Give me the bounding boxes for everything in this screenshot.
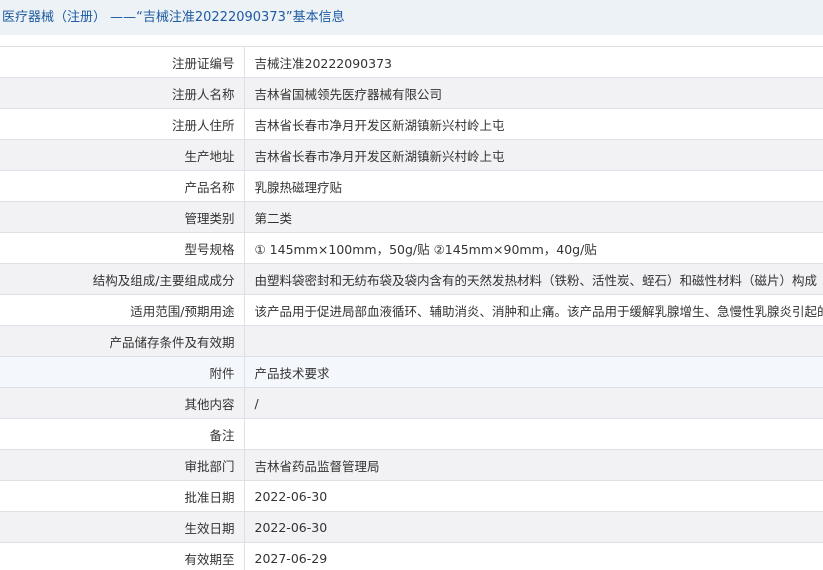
table-row: 管理类别 第二类 xyxy=(0,201,823,233)
table-row: 附件 产品技术要求 xyxy=(0,356,823,388)
row-label-remarks: 备注 xyxy=(0,418,245,450)
row-value-model-spec: ① 145mm×100mm，50g/贴 ②145mm×90mm，40g/贴 xyxy=(244,232,823,264)
detail-page: 医疗器械（注册） ——“吉械注准20222090373”基本信息 注册证编号 吉… xyxy=(0,0,823,570)
row-value-valid-until: 2027-06-29 xyxy=(244,542,823,570)
row-label-production-address: 生产地址 xyxy=(0,139,245,171)
row-value-registrant-address: 吉林省长春市净月开发区新湖镇新兴村岭上屯 xyxy=(244,108,823,140)
table-row: 产品储存条件及有效期 xyxy=(0,325,823,357)
row-label-registrant-name: 注册人名称 xyxy=(0,77,245,109)
row-label-registrant-address: 注册人住所 xyxy=(0,108,245,140)
row-label-model-spec: 型号规格 xyxy=(0,232,245,264)
row-value-storage-validity xyxy=(244,325,823,357)
row-value-intended-use: 该产品用于促进局部血液循环、辅助消炎、消肿和止痛。该产品用于缓解乳腺增生、急慢性… xyxy=(244,294,823,326)
table-row: 备注 xyxy=(0,418,823,450)
row-label-structure-composition: 结构及组成/主要组成成分 xyxy=(0,263,245,295)
table-row: 生效日期 2022-06-30 xyxy=(0,511,823,543)
row-value-registration-number: 吉械注准20222090373 xyxy=(244,46,823,78)
row-value-registrant-name: 吉林省国械领先医疗器械有限公司 xyxy=(244,77,823,109)
row-label-management-category: 管理类别 xyxy=(0,201,245,233)
table-row: 审批部门 吉林省药品监督管理局 xyxy=(0,449,823,481)
table-row: 生产地址 吉林省长春市净月开发区新湖镇新兴村岭上屯 xyxy=(0,139,823,171)
row-label-other-content: 其他内容 xyxy=(0,387,245,419)
row-value-approval-date: 2022-06-30 xyxy=(244,480,823,512)
table-row: 适用范围/预期用途 该产品用于促进局部血液循环、辅助消炎、消肿和止痛。该产品用于… xyxy=(0,294,823,326)
table-row: 产品名称 乳腺热磁理疗贴 xyxy=(0,170,823,202)
row-value-product-name: 乳腺热磁理疗贴 xyxy=(244,170,823,202)
row-label-intended-use: 适用范围/预期用途 xyxy=(0,294,245,326)
row-label-registration-number: 注册证编号 xyxy=(0,46,245,78)
row-label-valid-until: 有效期至 xyxy=(0,542,245,570)
row-label-effective-date: 生效日期 xyxy=(0,511,245,543)
row-label-storage-validity: 产品储存条件及有效期 xyxy=(0,325,245,357)
row-label-approval-date: 批准日期 xyxy=(0,480,245,512)
page-title: 医疗器械（注册） ——“吉械注准20222090373”基本信息 xyxy=(0,0,823,35)
table-row: 结构及组成/主要组成成分 由塑料袋密封和无纺布袋及袋内含有的天然发热材料（铁粉、… xyxy=(0,263,823,295)
table-row: 批准日期 2022-06-30 xyxy=(0,480,823,512)
detail-table: 注册证编号 吉械注准20222090373 注册人名称 吉林省国械领先医疗器械有… xyxy=(0,46,823,570)
row-value-effective-date: 2022-06-30 xyxy=(244,511,823,543)
table-row: 注册证编号 吉械注准20222090373 xyxy=(0,46,823,78)
row-value-attachment: 产品技术要求 xyxy=(244,356,823,388)
table-row: 有效期至 2027-06-29 xyxy=(0,542,823,570)
row-label-product-name: 产品名称 xyxy=(0,170,245,202)
row-value-structure-composition: 由塑料袋密封和无纺布袋及袋内含有的天然发热材料（铁粉、活性炭、蛭石）和磁性材料（… xyxy=(244,263,823,295)
row-value-remarks xyxy=(244,418,823,450)
table-row: 注册人名称 吉林省国械领先医疗器械有限公司 xyxy=(0,77,823,109)
table-row: 型号规格 ① 145mm×100mm，50g/贴 ②145mm×90mm，40g… xyxy=(0,232,823,264)
row-label-approval-department: 审批部门 xyxy=(0,449,245,481)
row-value-production-address: 吉林省长春市净月开发区新湖镇新兴村岭上屯 xyxy=(244,139,823,171)
row-value-approval-department: 吉林省药品监督管理局 xyxy=(244,449,823,481)
row-value-management-category: 第二类 xyxy=(244,201,823,233)
row-label-attachment: 附件 xyxy=(0,356,245,388)
row-value-other-content: / xyxy=(244,387,823,419)
table-row: 注册人住所 吉林省长春市净月开发区新湖镇新兴村岭上屯 xyxy=(0,108,823,140)
table-row: 其他内容 / xyxy=(0,387,823,419)
